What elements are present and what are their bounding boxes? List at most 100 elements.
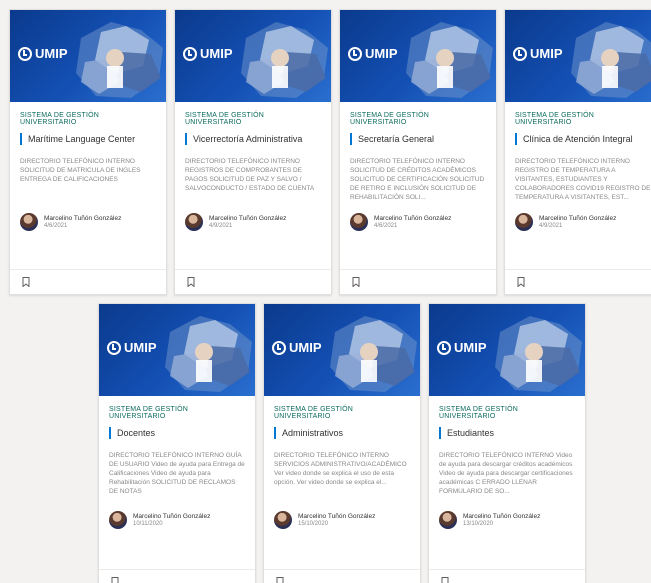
author-meta: Marcelino Tuñón González 4/6/2021 [44,215,121,229]
card-section-label: SISTEMA DE GESTIÓN UNIVERSITARIO [20,112,100,126]
card-section-label: SISTEMA DE GESTIÓN UNIVERSITARIO [350,112,430,126]
post-date: 4/9/2021 [209,223,233,229]
card-row-bottom: UMIP SISTEMA DE GESTIÓN UNIVERSITARIO Do… [98,303,586,583]
card-description: DIRECTORIO TELEFÓNICO INTERNO SOLICITUD … [20,158,141,183]
card-author: Marcelino Tuñón González 4/9/2021 [515,213,651,231]
news-card[interactable]: UMIP SISTEMA DE GESTIÓN UNIVERSITARIO Vi… [174,9,332,295]
author-name: Marcelino Tuñón González [133,513,211,520]
card-banner-image: UMIP [10,10,166,102]
umip-logo-icon [348,46,362,61]
post-date: 13/10/2020 [463,521,494,527]
umip-logo-icon [437,340,451,355]
campus-collage-image [495,316,582,392]
card-spacer [99,529,255,569]
card-banner-image: UMIP [175,10,331,102]
bookmark-icon[interactable] [517,277,525,287]
card-banner-image: UMIP [264,304,420,396]
avatar-icon [350,213,368,231]
logo-text: UMIP [35,46,68,61]
card-footer [99,569,255,583]
bookmark-icon[interactable] [22,277,30,287]
card-title[interactable]: Administrativos [274,427,410,439]
card-description: DIRECTORIO TELEFÓNICO INTERNO REGISTROS … [185,158,315,192]
card-row-top: UMIP SISTEMA DE GESTIÓN UNIVERSITARIO Ma… [9,9,651,295]
card-footer [10,269,166,294]
card-author: Marcelino Tuñón González 4/6/2021 [350,213,486,231]
card-title[interactable]: Clínica de Atención Integral [515,133,651,145]
avatar-icon [109,511,127,529]
card-spacer [340,231,496,269]
card-spacer [264,529,420,569]
news-card[interactable]: UMIP SISTEMA DE GESTIÓN UNIVERSITARIO Do… [98,303,256,583]
card-author: Marcelino Tuñón González 10/11/2020 [109,511,245,529]
umip-logo-icon [18,46,32,61]
bookmark-icon[interactable] [441,577,449,583]
bookmark-icon[interactable] [276,577,284,583]
logo-text: UMIP [124,340,157,355]
avatar-icon [274,511,292,529]
logo-text: UMIP [200,46,233,61]
card-author: Marcelino Tuñón González 13/10/2020 [439,511,575,529]
card-title[interactable]: Secretaría General [350,133,486,145]
card-description: DIRECTORIO TELEFÓNICO INTERNO SOLICITUD … [350,158,485,201]
author-meta: Marcelino Tuñón González 4/6/2021 [374,215,451,229]
umip-logo: UMIP [183,46,233,61]
news-card[interactable]: UMIP SISTEMA DE GESTIÓN UNIVERSITARIO Ad… [263,303,421,583]
umip-logo-icon [107,340,121,355]
campus-collage-image [330,316,417,392]
card-spacer [175,231,331,269]
author-name: Marcelino Tuñón González [374,215,452,222]
news-card[interactable]: UMIP SISTEMA DE GESTIÓN UNIVERSITARIO Es… [428,303,586,583]
author-name: Marcelino Tuñón González [209,215,287,222]
card-spacer [429,529,585,569]
card-section-label: SISTEMA DE GESTIÓN UNIVERSITARIO [274,406,354,420]
logo-text: UMIP [454,340,487,355]
card-title[interactable]: Estudiantes [439,427,575,439]
card-section-label: SISTEMA DE GESTIÓN UNIVERSITARIO [515,112,595,126]
bookmark-icon[interactable] [187,277,195,287]
umip-logo-icon [272,340,286,355]
post-date: 4/6/2021 [374,223,398,229]
card-section-label: SISTEMA DE GESTIÓN UNIVERSITARIO [439,406,519,420]
news-card[interactable]: UMIP SISTEMA DE GESTIÓN UNIVERSITARIO Cl… [504,9,651,295]
card-spacer [505,231,651,269]
card-footer [340,269,496,294]
card-author: Marcelino Tuñón González 4/9/2021 [185,213,321,231]
author-meta: Marcelino Tuñón González 4/9/2021 [209,215,286,229]
bookmark-icon[interactable] [111,577,119,583]
author-meta: Marcelino Tuñón González 15/10/2020 [298,513,375,527]
card-footer [175,269,331,294]
author-meta: Marcelino Tuñón González 13/10/2020 [463,513,540,527]
logo-text: UMIP [289,340,322,355]
card-banner-image: UMIP [340,10,496,102]
post-date: 4/9/2021 [539,223,563,229]
author-name: Marcelino Tuñón González [44,215,122,222]
card-banner-image: UMIP [505,10,651,102]
author-name: Marcelino Tuñón González [539,215,617,222]
card-title[interactable]: Marítime Language Center [20,133,156,145]
umip-logo: UMIP [272,340,322,355]
umip-logo: UMIP [437,340,487,355]
news-card[interactable]: UMIP SISTEMA DE GESTIÓN UNIVERSITARIO Ma… [9,9,167,295]
card-title[interactable]: Vicerrectoría Administrativa [185,133,321,145]
card-banner-image: UMIP [99,304,255,396]
card-section-label: SISTEMA DE GESTIÓN UNIVERSITARIO [185,112,265,126]
author-meta: Marcelino Tuñón González 10/11/2020 [133,513,210,527]
avatar-icon [185,213,203,231]
bookmark-icon[interactable] [352,277,360,287]
umip-logo: UMIP [107,340,157,355]
campus-collage-image [241,22,328,98]
umip-logo-icon [513,46,527,61]
author-meta: Marcelino Tuñón González 4/9/2021 [539,215,616,229]
umip-logo: UMIP [513,46,563,61]
logo-text: UMIP [365,46,398,61]
avatar-icon [515,213,533,231]
campus-collage-image [165,316,252,392]
card-title[interactable]: Docentes [109,427,245,439]
card-author: Marcelino Tuñón González 4/6/2021 [20,213,156,231]
news-card[interactable]: UMIP SISTEMA DE GESTIÓN UNIVERSITARIO Se… [339,9,497,295]
avatar-icon [20,213,38,231]
logo-text: UMIP [530,46,563,61]
news-page: UMIP SISTEMA DE GESTIÓN UNIVERSITARIO Ma… [0,0,651,583]
card-description: DIRECTORIO TELEFÓNICO INTERNO SERVICIOS … [274,452,407,486]
